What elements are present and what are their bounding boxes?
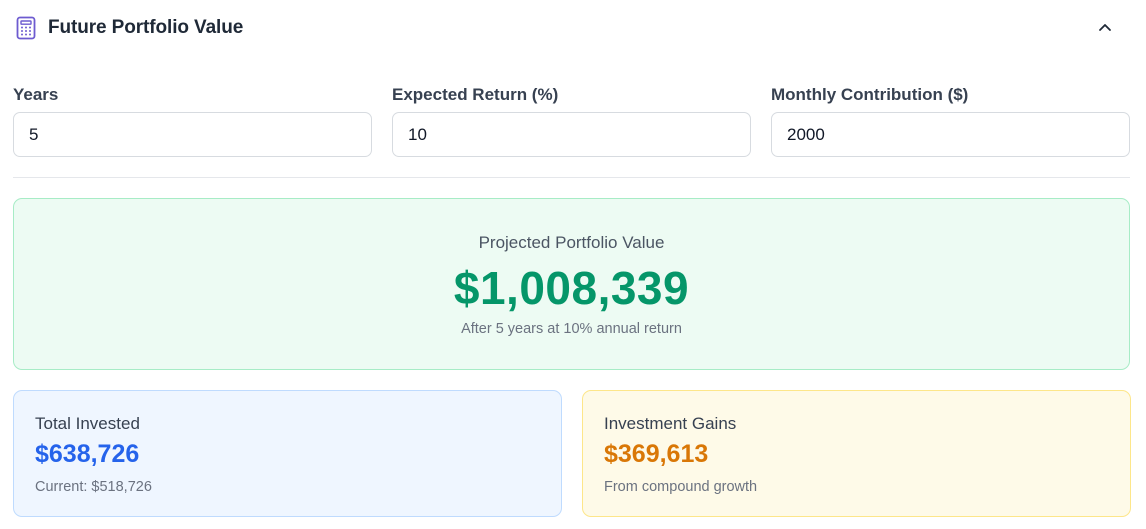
expected-return-input[interactable] xyxy=(392,112,751,157)
total-invested-label: Total Invested xyxy=(35,414,140,433)
projected-value-panel: Projected Portfolio Value $1,008,339 Aft… xyxy=(13,198,1130,370)
monthly-contribution-input[interactable] xyxy=(771,112,1130,157)
years-input[interactable] xyxy=(13,112,372,157)
investment-gains-amount: $369,613 xyxy=(604,440,709,468)
monthly-contribution-label: Monthly Contribution ($) xyxy=(771,85,969,104)
divider xyxy=(13,177,1130,178)
total-invested-subtitle: Current: $518,726 xyxy=(35,479,152,495)
projected-value-amount: $1,008,339 xyxy=(453,262,690,314)
expected-return-field-group: Expected Return (%) xyxy=(392,84,751,157)
investment-gains-label: Investment Gains xyxy=(604,414,737,433)
years-label: Years xyxy=(13,85,59,104)
total-invested-card: Total Invested $638,726 Current: $518,72… xyxy=(13,390,562,517)
investment-gains-card: Investment Gains $369,613 From compound … xyxy=(582,390,1131,517)
page-title: Future Portfolio Value xyxy=(48,17,244,38)
projected-value-subtitle: After 5 years at 10% annual return xyxy=(461,321,682,337)
expected-return-label: Expected Return (%) xyxy=(392,85,559,104)
calculator-icon xyxy=(15,16,37,40)
investment-gains-subtitle: From compound growth xyxy=(604,479,758,495)
monthly-contribution-field-group: Monthly Contribution ($) xyxy=(771,84,1130,157)
years-field-group: Years xyxy=(13,84,372,157)
card-header: Future Portfolio Value xyxy=(0,0,1146,56)
total-invested-amount: $638,726 xyxy=(35,440,140,468)
projected-value-label: Projected Portfolio Value xyxy=(478,233,665,252)
chevron-up-icon[interactable] xyxy=(1094,16,1116,38)
